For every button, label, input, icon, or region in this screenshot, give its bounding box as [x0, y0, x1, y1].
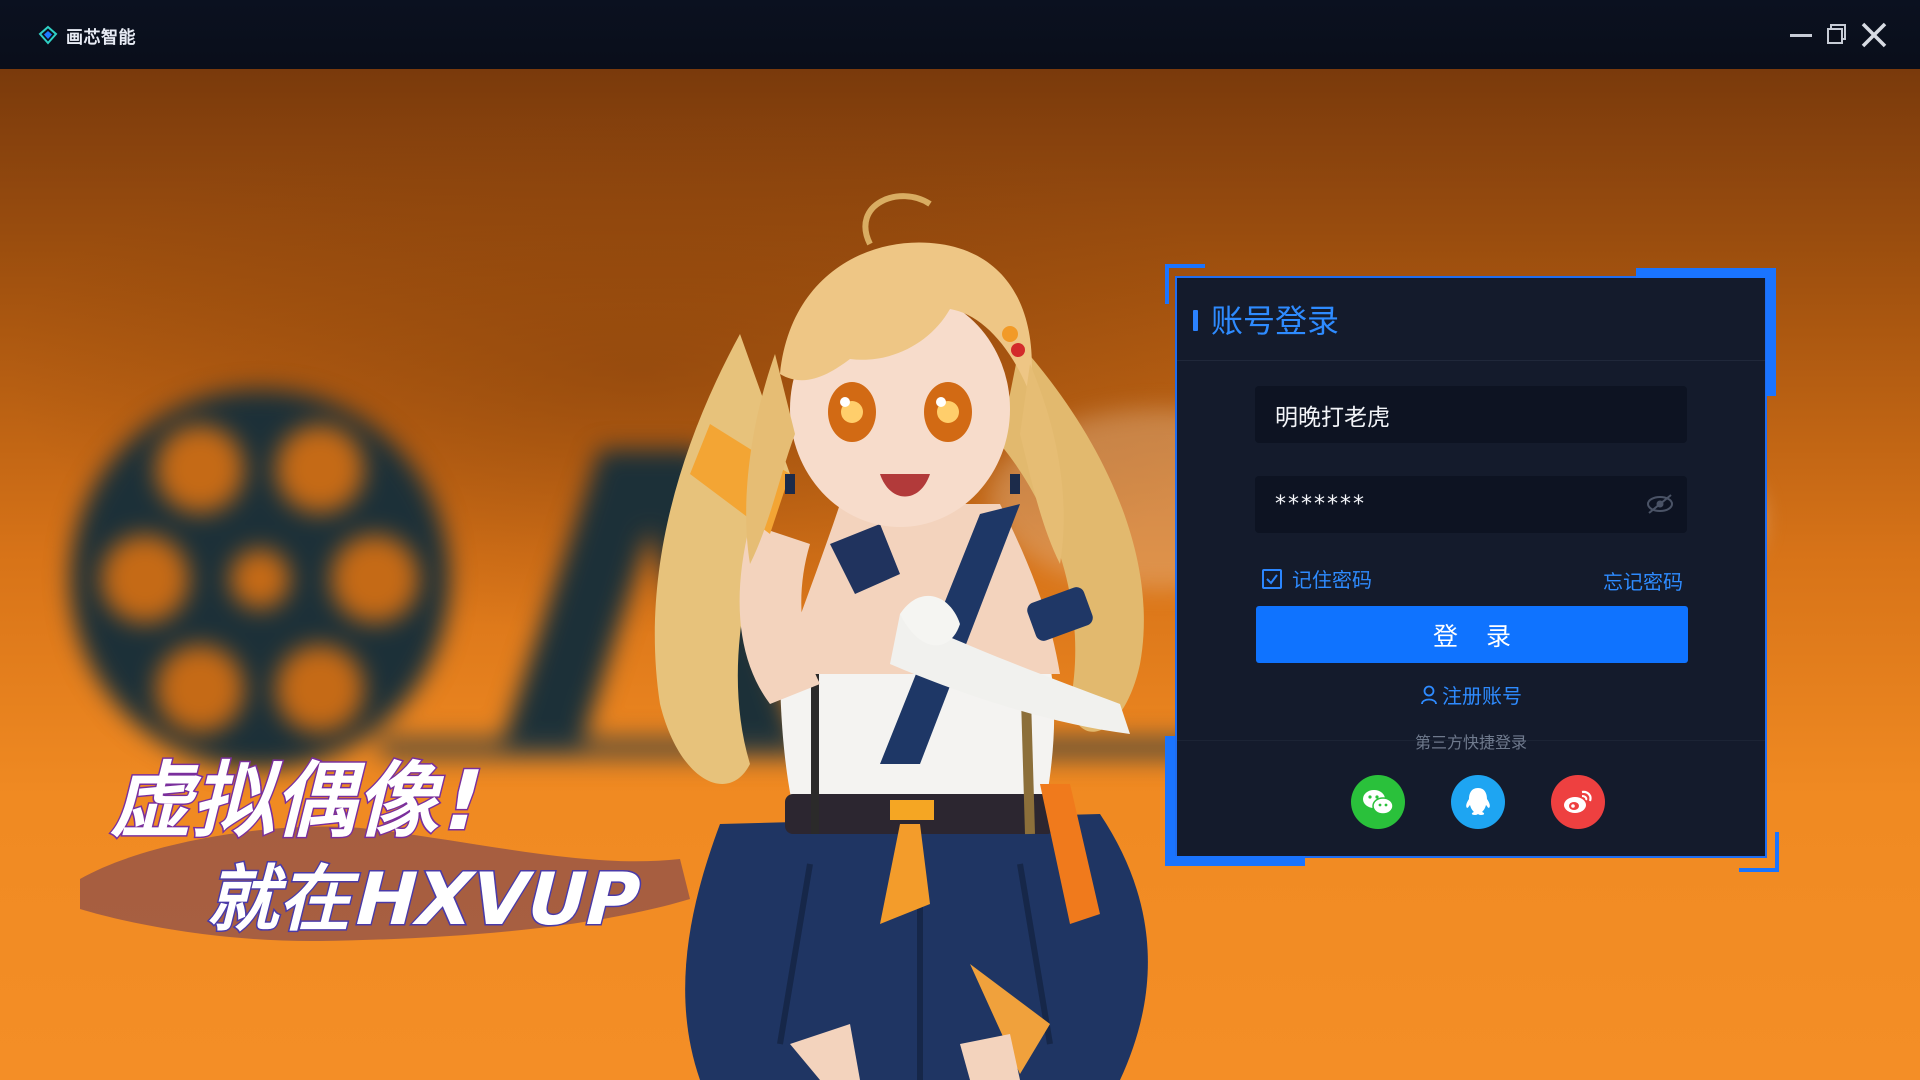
- login-header: 账号登录: [1177, 278, 1765, 361]
- corner-accent: [1165, 736, 1175, 866]
- slogan-line1: 虚拟偶像!: [105, 753, 494, 849]
- title-bar: 画芯智能: [0, 0, 1920, 69]
- header-accent-bar: [1193, 310, 1198, 331]
- password-field[interactable]: [1255, 476, 1687, 533]
- weibo-login-button[interactable]: [1551, 775, 1605, 829]
- corner-accent: [1766, 268, 1776, 396]
- corner-accent: [1165, 264, 1169, 304]
- username-field[interactable]: [1255, 386, 1687, 443]
- register-link[interactable]: 注册账号: [1177, 680, 1765, 709]
- user-icon: [1421, 685, 1437, 704]
- qq-login-button[interactable]: [1451, 775, 1505, 829]
- restore-icon[interactable]: [1821, 18, 1855, 52]
- corner-accent: [1739, 868, 1779, 872]
- password-input[interactable]: [1255, 476, 1687, 533]
- corner-accent: [1165, 856, 1305, 866]
- corner-accent: [1636, 268, 1776, 278]
- remember-password-checkbox[interactable]: 记住密码: [1262, 564, 1372, 593]
- app-title: 画芯智能: [66, 27, 136, 48]
- slogan-line2: 就在HXVUP: [202, 858, 650, 942]
- wechat-login-button[interactable]: [1351, 775, 1405, 829]
- remember-password-label[interactable]: 记住密码: [1292, 564, 1372, 593]
- forgot-password-link[interactable]: 忘记密码: [1603, 566, 1683, 595]
- login-button[interactable]: 登 录: [1256, 606, 1688, 663]
- qq-icon: [1466, 788, 1490, 815]
- eye-icon[interactable]: [1645, 492, 1675, 516]
- app-logo-icon: [38, 25, 58, 45]
- username-input[interactable]: [1255, 386, 1687, 443]
- third-party-login-label: 第三方快捷登录: [1414, 733, 1527, 752]
- login-panel: 账号登录 记住密码 忘记密码 登 录 注册账号 第三方快捷登录: [1165, 264, 1779, 872]
- register-label[interactable]: 注册账号: [1442, 680, 1522, 709]
- slogan-graphic: 虚拟偶像! 就在HXVUP: [80, 752, 690, 943]
- weibo-icon: [1564, 790, 1592, 813]
- wechat-icon: [1363, 790, 1394, 815]
- corner-accent: [1165, 264, 1205, 268]
- app-brand: 画芯智能: [38, 22, 136, 48]
- minimize-icon[interactable]: [1784, 18, 1818, 52]
- login-title: 账号登录: [1211, 302, 1340, 340]
- checkbox-checked-icon[interactable]: [1262, 568, 1282, 589]
- close-icon[interactable]: [1857, 18, 1891, 52]
- corner-accent: [1775, 832, 1779, 872]
